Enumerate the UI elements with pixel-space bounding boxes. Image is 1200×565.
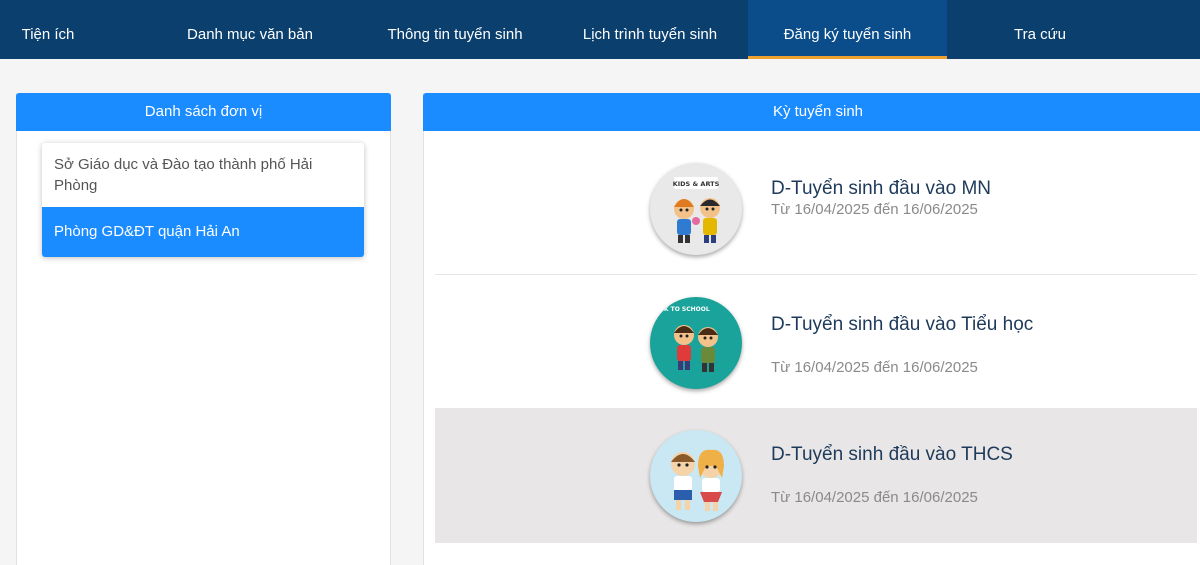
unit-item-phong-gd-hai-an[interactable]: Phòng GD&ĐT quận Hải An <box>42 207 364 257</box>
admission-term-header: Kỳ tuyển sinh <box>423 93 1200 131</box>
unit-item-so-giao-duc[interactable]: Sở Giáo dục và Đào tạo thành phố Hải Phò… <box>42 143 364 207</box>
back-to-school-badge-text: BACK TO SCHOOL <box>650 306 710 313</box>
term-title: D-Tuyển sinh đầu vào THCS <box>771 444 1013 465</box>
kids-arts-badge-text: KIDS & ARTS <box>673 180 720 188</box>
kids-arts-icon: KIDS & ARTS <box>650 163 742 255</box>
nav-item-thong-tin-tuyen-sinh[interactable]: Thông tin tuyển sinh <box>360 0 550 59</box>
term-row-thcs[interactable]: D-Tuyển sinh đầu vào THCS Từ 16/04/2025 … <box>435 408 1197 543</box>
term-title: D-Tuyển sinh đầu vào Tiểu học <box>771 314 1034 335</box>
term-date: Từ 16/04/2025 đến 16/06/2025 <box>771 359 978 376</box>
unit-list-header: Danh sách đơn vị <box>16 93 391 131</box>
nav-item-tien-ich[interactable]: Tiện ích <box>0 0 96 59</box>
nav-item-tra-cuu[interactable]: Tra cứu <box>960 0 1120 59</box>
top-navigation: Tiện ích Danh mục văn bản Thông tin tuyể… <box>0 0 1200 59</box>
unit-list: Sở Giáo dục và Đào tạo thành phố Hải Phò… <box>42 143 364 257</box>
back-to-school-icon: BACK TO SCHOOL <box>650 297 742 389</box>
admission-term-panel: Kỳ tuyển sinh KIDS & ARTS D-Tuyển sinh đ… <box>423 93 1200 565</box>
term-row-mn[interactable]: KIDS & ARTS D-Tuyển sinh đầu vào MN Từ 1… <box>435 131 1197 275</box>
term-title: D-Tuyển sinh đầu vào MN <box>771 178 992 199</box>
nav-item-dang-ky-tuyen-sinh[interactable]: Đăng ký tuyển sinh <box>748 0 947 59</box>
term-row-tieu-hoc[interactable]: BACK TO SCHOOL D-Tuyển sinh đầu vào Tiểu… <box>435 275 1197 408</box>
nav-item-lich-trinh-tuyen-sinh[interactable]: Lịch trình tuyển sinh <box>560 0 740 59</box>
nav-item-danh-muc-van-ban[interactable]: Danh mục văn bản <box>160 0 340 59</box>
unit-list-panel: Danh sách đơn vị Sở Giáo dục và Đào tạo … <box>16 93 391 565</box>
students-icon <box>650 430 742 522</box>
term-date: Từ 16/04/2025 đến 16/06/2025 <box>771 489 978 506</box>
term-date: Từ 16/04/2025 đến 16/06/2025 <box>771 201 978 218</box>
